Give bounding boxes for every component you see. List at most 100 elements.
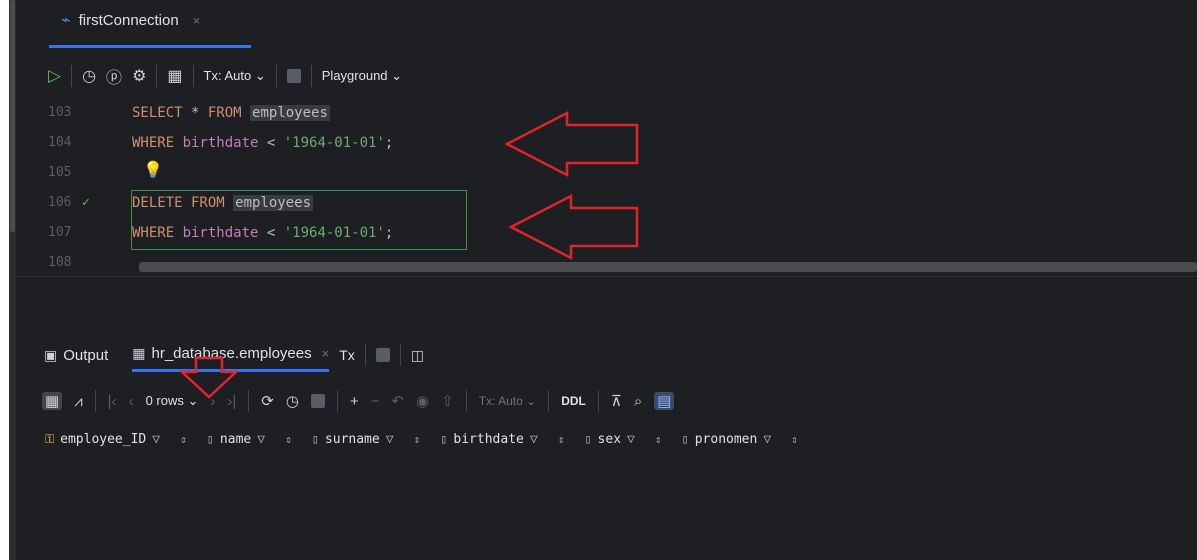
code-text: WHERE birthdate < '1964-01-01'; [132, 128, 393, 158]
playground-dropdown[interactable]: Playground ⌄ [322, 68, 402, 84]
code-token: employees [250, 105, 330, 121]
code-line[interactable]: 103 SELECT * FROM employees [16, 98, 1197, 128]
results-tabbar: ▣ Output ▦ hr_database.employees × Tx ◫ [16, 338, 1197, 372]
tx-mode-label: Tx: Auto [478, 394, 523, 408]
column-header[interactable]: ▯ name ▽ ⇕ [207, 432, 302, 447]
tab-output[interactable]: ▣ Output [44, 338, 108, 372]
tab-first-connection[interactable]: ⌁ firstConnection × [49, 10, 251, 48]
code-token: * [191, 105, 208, 121]
filter-icon[interactable]: ▽ [257, 432, 265, 447]
last-page-icon[interactable]: ›| [227, 393, 236, 410]
explain-plan-icon[interactable]: ⓟ [106, 64, 122, 88]
table-mode-icon[interactable]: ▦ [42, 392, 63, 410]
revert-icon[interactable]: ↶ [392, 392, 405, 410]
code-token: WHERE [132, 135, 183, 151]
tx-label: Tx [339, 347, 355, 363]
console-icon: ⌁ [61, 12, 71, 29]
tab-employees[interactable]: ▦ hr_database.employees × [132, 338, 330, 372]
column-name: name [219, 431, 252, 447]
value-editor-icon[interactable]: ▤ [654, 392, 675, 410]
stop-icon[interactable] [375, 348, 390, 362]
results-toolbar: ▦ ⩘ |‹ ‹ 0 rows ⌄ › ›| ⟳ ◷ + − ↶ ◉ ⇧ Tx:… [16, 386, 1197, 416]
column-icon: ▯ [584, 432, 592, 446]
chart-icon[interactable]: ⩘ [74, 393, 82, 410]
close-icon[interactable]: × [322, 346, 330, 361]
column-header[interactable]: ▯ pronomen ▽ ⇕ [681, 432, 807, 447]
toolbar-divider [94, 390, 96, 412]
stop-icon[interactable] [310, 394, 325, 408]
sort-icon[interactable]: ⇕ [558, 433, 565, 446]
lightbulb-icon[interactable]: 💡 [143, 160, 163, 180]
sort-icon[interactable]: ⇕ [414, 433, 421, 446]
sort-icon[interactable]: ⇕ [791, 433, 798, 446]
tab-employees-label: hr_database.employees [151, 345, 312, 362]
column-icon: ▯ [311, 432, 319, 446]
sort-icon[interactable]: ⇕ [285, 433, 292, 446]
filter-icon[interactable]: ▽ [152, 432, 160, 447]
executed-check-icon: ✓ [82, 195, 90, 210]
pin-icon[interactable]: ⊼ [611, 392, 622, 410]
column-icon: ▯ [681, 432, 689, 446]
toolbar-divider [275, 65, 277, 87]
settings-icon[interactable]: ⚙ [132, 66, 146, 86]
toolbar-divider [548, 390, 550, 412]
toolbar-divider [192, 65, 194, 87]
refresh-icon[interactable]: ⟳ [261, 392, 274, 410]
tx-mode-label: Tx: Auto [203, 68, 252, 83]
code-line[interactable]: 104 WHERE birthdate < '1964-01-01'; [16, 128, 1197, 158]
table-icon: ▦ [132, 345, 146, 361]
table-view-icon[interactable]: ▦ [167, 66, 182, 86]
toolbar-divider [597, 390, 599, 412]
column-icon: ▯ [440, 432, 448, 446]
preview-icon[interactable]: ◉ [416, 392, 429, 410]
left-scrollbar-thumb[interactable] [10, 0, 15, 232]
primary-key-column-icon: ⚿ [45, 431, 55, 446]
column-name: pronomen [694, 431, 758, 447]
toolbar-divider [336, 390, 338, 412]
column-name: employee_ID [60, 431, 147, 447]
history-icon[interactable]: ◷ [286, 392, 299, 410]
rows-count-dropdown[interactable]: 0 rows ⌄ [146, 393, 199, 409]
close-icon[interactable]: × [193, 10, 201, 32]
filter-icon[interactable]: ▽ [386, 432, 394, 447]
column-header[interactable]: ▯ sex ▽ ⇕ [584, 432, 671, 447]
left-scrollbar[interactable] [9, 0, 16, 560]
prev-page-icon[interactable]: ‹ [129, 393, 134, 410]
layout-icon[interactable]: ◫ [411, 347, 424, 364]
history-icon[interactable]: ◷ [82, 66, 96, 86]
tx-mode-dropdown[interactable]: Tx: Auto ⌄ [204, 68, 266, 84]
chevron-down-icon: ⌄ [391, 68, 403, 83]
tab-label: firstConnection [78, 12, 179, 29]
horizontal-scrollbar[interactable] [139, 262, 1197, 272]
sort-icon[interactable]: ⇕ [180, 433, 187, 446]
first-page-icon[interactable]: |‹ [108, 393, 117, 410]
submit-icon[interactable]: ⇧ [441, 392, 454, 410]
filter-icon[interactable]: ▽ [763, 432, 771, 447]
code-text: SELECT * FROM employees [132, 98, 330, 128]
panel-divider[interactable] [16, 276, 1197, 277]
column-header[interactable]: ▯ birthdate ▽ ⇕ [440, 432, 574, 447]
add-row-icon[interactable]: + [350, 393, 359, 410]
tx-mode-dropdown[interactable]: Tx: Auto ⌄ [479, 394, 536, 408]
search-icon[interactable]: ⌕ [634, 393, 642, 410]
stop-icon[interactable] [286, 69, 301, 83]
playground-label: Playground [321, 68, 388, 83]
filter-icon[interactable]: ▽ [530, 432, 538, 447]
editor-toolbar: ▷ ◷ ⓟ ⚙ ▦ Tx: Auto ⌄ Playground ⌄ [16, 56, 1197, 96]
sort-icon[interactable]: ⇕ [655, 433, 662, 446]
filter-icon[interactable]: ▽ [627, 432, 635, 447]
next-page-icon[interactable]: › [210, 393, 215, 410]
ddl-button[interactable]: DDL [561, 394, 586, 408]
code-token: FROM [207, 105, 251, 121]
code-line[interactable]: 105 [16, 158, 1197, 188]
code-token: birthdate [182, 135, 259, 151]
remove-row-icon[interactable]: − [371, 393, 380, 410]
toolbar-divider [364, 344, 366, 366]
line-number: 104 [48, 135, 72, 150]
column-header[interactable]: ▯ surname ▽ ⇕ [312, 432, 430, 447]
column-header[interactable]: ⚿ employee_ID ▽ ⇕ [45, 432, 197, 447]
code-token: ; [384, 135, 394, 151]
line-number: 108 [48, 255, 72, 270]
run-icon[interactable]: ▷ [48, 66, 61, 86]
editor-tabbar: ⌁ firstConnection × [16, 0, 1197, 52]
